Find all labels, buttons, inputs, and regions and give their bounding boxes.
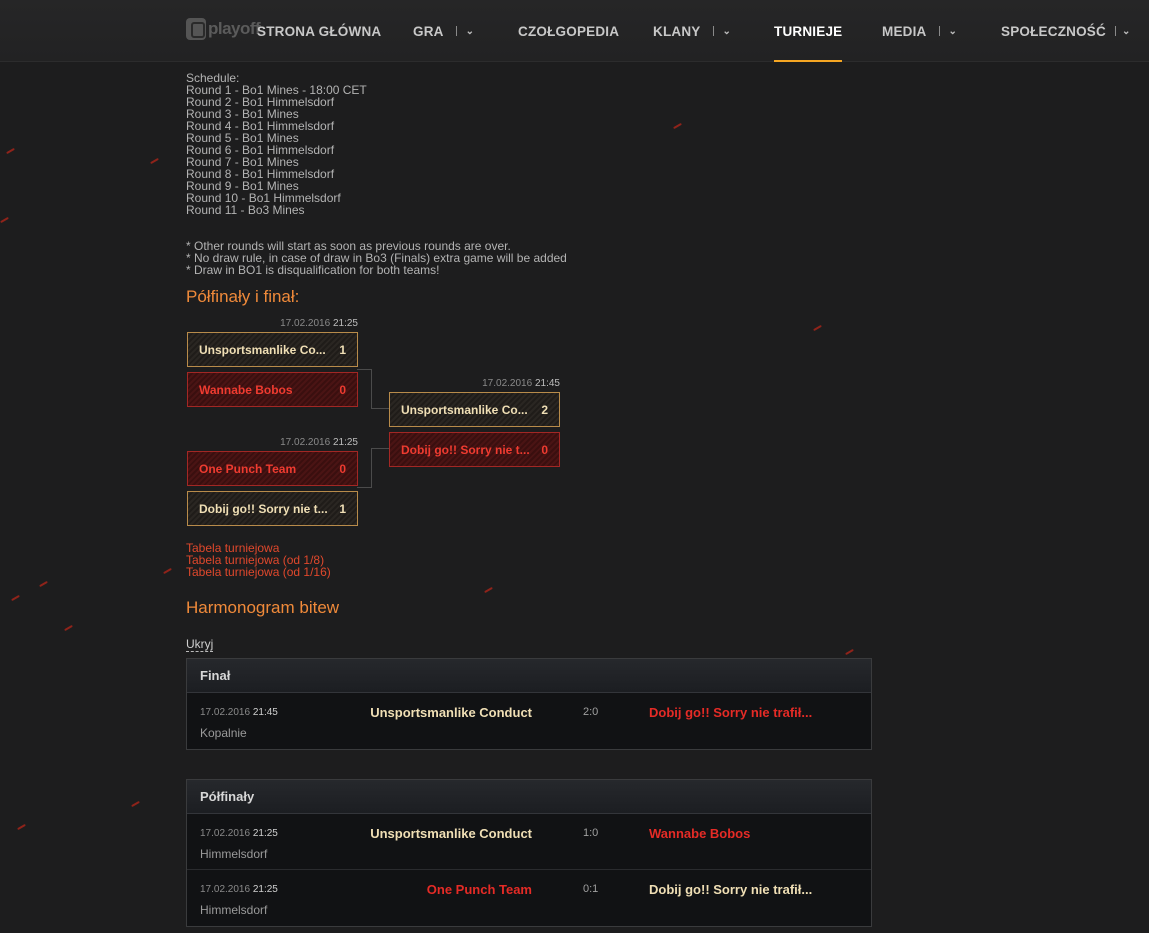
nav-separator [1114, 26, 1116, 36]
time-text: 21:45 [252, 707, 278, 718]
table-heading: Półfinały [187, 780, 871, 814]
time-text: 21:25 [252, 828, 278, 839]
table-row[interactable]: 17.02.2016 21:25 Himmelsdorf One Punch T… [187, 870, 871, 926]
time-text: 21:25 [332, 318, 358, 329]
team-name: Dobij go!! Sorry nie t... [199, 501, 328, 516]
chevron-down-icon[interactable]: ⌄ [723, 26, 732, 37]
team-name: One Punch Team [199, 461, 297, 476]
team-left[interactable]: Unsportsmanlike Conduct [370, 705, 532, 720]
match-map: Himmelsdorf [200, 847, 268, 861]
team-name: Wannabe Bobos [199, 382, 293, 397]
match-date: 17.02.2016 21:25 [186, 318, 358, 329]
chevron-down-icon[interactable]: ⌄ [466, 26, 475, 37]
chevron-down-icon[interactable]: ⌄ [949, 26, 958, 37]
logo-text: playoff [208, 19, 261, 38]
time-text: 21:25 [252, 884, 278, 895]
nav-media[interactable]: MEDIA ⌄ [882, 0, 957, 62]
date-text: 17.02.2016 [200, 707, 251, 718]
date-text: 17.02.2016 [200, 884, 251, 895]
team-score: 2 [541, 402, 548, 417]
bracket-team-loser[interactable]: Dobij go!! Sorry nie t... 0 [389, 432, 560, 467]
time-text: 21:45 [534, 378, 560, 389]
nav-spolecznosc[interactable]: SPOŁECZNOŚĆ ⌄ [1001, 0, 1131, 62]
toggle-wrap: Ukryj [186, 635, 214, 653]
hide-toggle-link[interactable]: Ukryj [186, 637, 214, 652]
team-name: Unsportsmanlike Co... [199, 342, 326, 357]
nav-strona-glowna[interactable]: STRONA GŁÓWNA [257, 0, 381, 62]
team-right[interactable]: Wannabe Bobos [649, 826, 750, 841]
match-score: 1:0 [583, 827, 599, 839]
schedule-block: Schedule: Round 1 - Bo1 Mines - 18:00 CE… [186, 72, 872, 216]
bracket-team-winner[interactable]: Unsportsmanlike Co... 2 [389, 392, 560, 427]
nav-label: MEDIA [882, 23, 927, 39]
nav-separator [712, 26, 714, 36]
team-name: Dobij go!! Sorry nie t... [401, 442, 530, 457]
match-date: 17.02.2016 21:25 [186, 437, 358, 448]
match-score: 0:1 [583, 883, 599, 895]
nav-separator [938, 26, 940, 36]
bracket-team-loser[interactable]: Wannabe Bobos 0 [187, 372, 358, 407]
team-name: Unsportsmanlike Co... [401, 402, 528, 417]
table-heading: Finał [187, 659, 871, 693]
bracket-connector [357, 369, 372, 409]
nav-label: KLANY [653, 23, 701, 39]
tournament-info: Schedule: Round 1 - Bo1 Mines - 18:00 CE… [186, 72, 872, 276]
team-score: 1 [339, 501, 346, 516]
time-text: 21:25 [332, 437, 358, 448]
team-score: 0 [339, 382, 346, 397]
bracket-connector [372, 448, 389, 449]
team-score: 1 [339, 342, 346, 357]
table-row[interactable]: 17.02.2016 21:45 Kopalnie Unsportsmanlik… [187, 693, 871, 749]
nav-turnieje[interactable]: TURNIEJE [774, 0, 843, 62]
team-right[interactable]: Dobij go!! Sorry nie trafił... [649, 705, 812, 720]
date-text: 17.02.2016 [280, 437, 331, 448]
team-score: 0 [339, 461, 346, 476]
logo-icon [186, 18, 206, 40]
bracket-team-winner[interactable]: Unsportsmanlike Co... 1 [187, 332, 358, 367]
nav-gra[interactable]: GRA ⌄ [413, 0, 474, 62]
bracket-links: Tabela turniejowa Tabela turniejowa (od … [186, 542, 331, 578]
team-left[interactable]: One Punch Team [427, 882, 532, 897]
bracket-title: Półfinały i finał: [186, 287, 300, 306]
nav-separator [455, 26, 457, 36]
bracket-team-winner[interactable]: Dobij go!! Sorry nie t... 1 [187, 491, 358, 526]
rule-note: * Draw in BO1 is disqualification for bo… [186, 263, 440, 277]
chevron-down-icon[interactable]: ⌄ [1122, 26, 1131, 37]
team-score: 0 [541, 442, 548, 457]
site-logo[interactable]: playoff [186, 16, 261, 42]
final-table: Finał 17.02.2016 21:45 Kopalnie Unsports… [186, 658, 872, 750]
link-tabela-od-1-16[interactable]: Tabela turniejowa (od 1/16) [186, 566, 331, 578]
nav-label: SPOŁECZNOŚĆ [1001, 23, 1106, 39]
match-score: 2:0 [583, 706, 599, 718]
nav-label: STRONA GŁÓWNA [257, 23, 382, 39]
nav-klany[interactable]: KLANY ⌄ [653, 0, 731, 62]
match-date: 17.02.2016 21:25 [200, 828, 278, 839]
match-date: 17.02.2016 21:45 [200, 707, 278, 718]
bracket-connector [372, 408, 389, 409]
team-left[interactable]: Unsportsmanlike Conduct [370, 826, 532, 841]
team-right[interactable]: Dobij go!! Sorry nie trafił... [649, 882, 812, 897]
match-map: Kopalnie [200, 726, 247, 740]
match-date: 17.02.2016 21:45 [388, 378, 560, 389]
table-row[interactable]: 17.02.2016 21:25 Himmelsdorf Unsportsman… [187, 814, 871, 870]
nav-czolgopedia[interactable]: CZOŁGOPEDIA [518, 0, 619, 62]
bracket-team-loser[interactable]: One Punch Team 0 [187, 451, 358, 486]
match-date: 17.02.2016 21:25 [200, 884, 278, 895]
rules-notes: * Other rounds will start as soon as pre… [186, 240, 872, 276]
nav-label: CZOŁGOPEDIA [518, 23, 620, 39]
bracket-connector [357, 448, 372, 488]
date-text: 17.02.2016 [200, 828, 251, 839]
schedule-title: Harmonogram bitew [186, 598, 340, 617]
schedule-line: Round 11 - Bo3 Mines [186, 203, 305, 217]
match-map: Himmelsdorf [200, 903, 268, 917]
date-text: 17.02.2016 [482, 378, 533, 389]
nav-label: GRA [413, 23, 444, 39]
top-navigation: playoff STRONA GŁÓWNA GRA ⌄ CZOŁGOPEDIA … [0, 0, 1149, 62]
date-text: 17.02.2016 [280, 318, 331, 329]
nav-label: TURNIEJE [774, 23, 843, 39]
semifinals-table: Półfinały 17.02.2016 21:25 Himmelsdorf U… [186, 779, 872, 927]
